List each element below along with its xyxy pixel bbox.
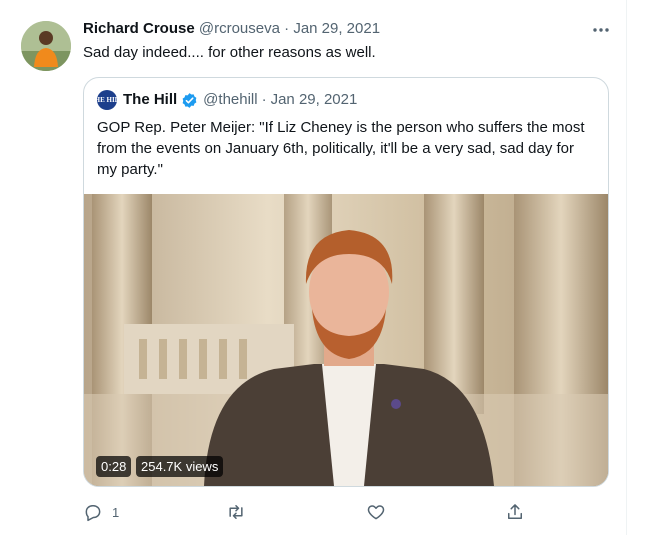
quoted-author-name[interactable]: The Hill [123, 90, 177, 110]
retweet-icon [229, 505, 243, 519]
avatar[interactable] [21, 21, 71, 71]
quoted-text: GOP Rep. Peter Meijer: "If Liz Cheney is… [97, 119, 585, 178]
video-duration: 0:28 [96, 456, 132, 477]
reply-button[interactable]: 1 [83, 502, 119, 522]
quoted-header: THE HILL The Hill @thehill · Jan 29, 202… [90, 90, 358, 110]
quoted-tweet[interactable]: THE HILL The Hill @thehill · Jan 29, 202… [83, 77, 609, 487]
more-horizontal-icon [593, 28, 609, 32]
video-thumbnail [84, 194, 608, 486]
tweet-header: Richard Crouse @rcrouseva · Jan 29, 2021 [83, 19, 380, 39]
quoted-avatar[interactable]: THE HILL [90, 90, 124, 110]
tweet-date[interactable]: Jan 29, 2021 [293, 20, 380, 37]
more-button[interactable] [591, 20, 611, 45]
video-player[interactable]: 0:28 254.7K views [84, 194, 608, 486]
verified-badge-icon [182, 92, 197, 108]
video-views: 254.7K views [136, 456, 224, 477]
author-name[interactable]: Richard Crouse [83, 20, 195, 37]
like-icon [367, 505, 385, 520]
share-icon [508, 504, 522, 519]
author-handle[interactable]: @rcrouseva [199, 20, 280, 37]
reply-count: 1 [112, 504, 120, 520]
quoted-separator: · [261, 91, 267, 108]
timeline-border [626, 0, 627, 535]
quoted-handle[interactable]: @thehill [203, 90, 257, 110]
quoted-date[interactable]: Jan 29, 2021 [271, 90, 358, 110]
action-bar: 1 [0, 502, 645, 526]
like-button[interactable] [366, 502, 386, 522]
tweet-text: Sad day indeed.... for other reasons as … [83, 44, 376, 61]
share-button[interactable] [505, 502, 525, 522]
avatar-photo [21, 21, 71, 71]
header-separator: · [284, 20, 290, 37]
retweet-button[interactable] [226, 502, 246, 522]
reply-icon [85, 505, 101, 522]
